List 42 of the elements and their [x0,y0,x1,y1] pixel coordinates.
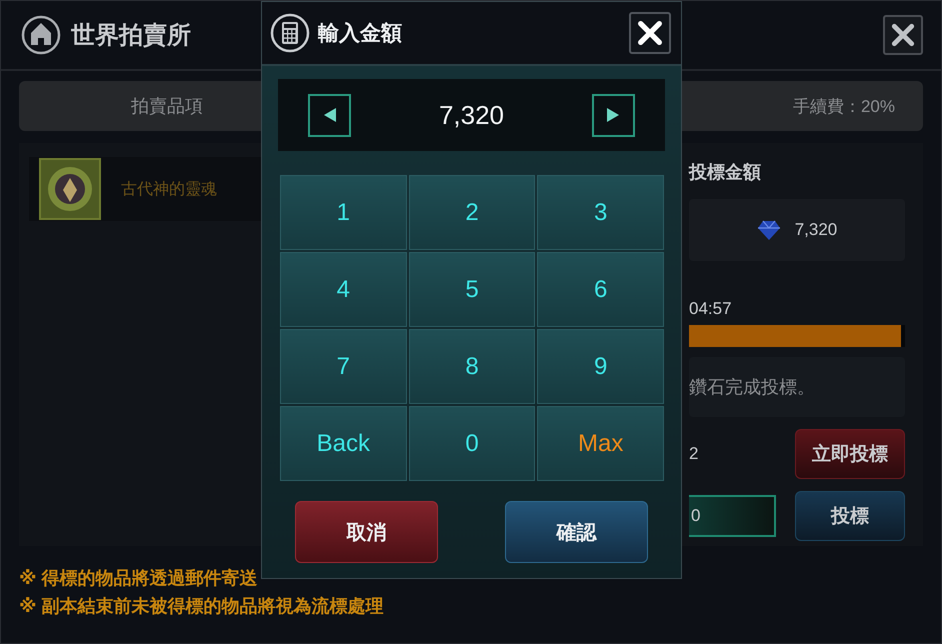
bid-amount-label: 投標金額 [689,161,762,184]
dialog-title: 輸入金額 [318,21,402,47]
keypad-key[interactable]: 4 [280,252,407,327]
item-icon [39,158,101,220]
decrease-button[interactable] [308,94,351,136]
right-arrow-icon [606,107,620,123]
buyout-price: 2 [689,444,698,464]
note-text: ※ 副本結束前未被得標的物品將視為流標處理 [19,595,384,618]
keypad-key[interactable]: 7 [280,329,407,404]
cancel-button[interactable]: 取消 [295,501,438,563]
time-left: 04:57 [689,299,733,319]
keypad-key[interactable]: 1 [280,175,407,250]
close-icon [636,19,664,47]
fee-text: 手續費：20% [792,96,895,118]
keypad-key[interactable]: 6 [537,252,664,327]
keypad-key[interactable]: 0 [408,406,536,481]
column-heading: 拍賣品項 [130,95,204,118]
increase-button[interactable] [592,94,635,136]
bid-button[interactable]: 投標 [795,491,905,541]
close-icon [890,22,916,48]
window-title: 世界拍賣所 [71,21,191,51]
keypad-key[interactable]: 8 [408,329,536,404]
buyout-button[interactable]: 立即投標 [795,429,905,479]
keypad-key[interactable]: Back [280,406,407,481]
keypad-key[interactable]: 5 [408,252,536,327]
keypad-key[interactable]: 2 [408,175,536,250]
message-text: 鑽石完成投標。 [689,376,815,399]
close-button[interactable] [629,12,671,54]
house-icon [21,15,61,55]
close-button[interactable] [883,15,923,55]
bid-input-field[interactable]: 0 [689,495,776,537]
amount-value: 7,320 [438,100,504,130]
max-key[interactable]: Max [537,406,664,481]
note-text: ※ 得標的物品將透過郵件寄送 [19,567,258,590]
left-arrow-icon [322,107,336,123]
keypad-key[interactable]: 9 [537,329,664,404]
calculator-icon [270,13,310,53]
gem-icon [756,219,781,241]
keypad-key[interactable]: 3 [537,175,664,250]
item-name: 古代神的靈魂 [121,180,217,200]
price-value: 7,320 [794,220,838,240]
confirm-button[interactable]: 確認 [505,501,648,563]
